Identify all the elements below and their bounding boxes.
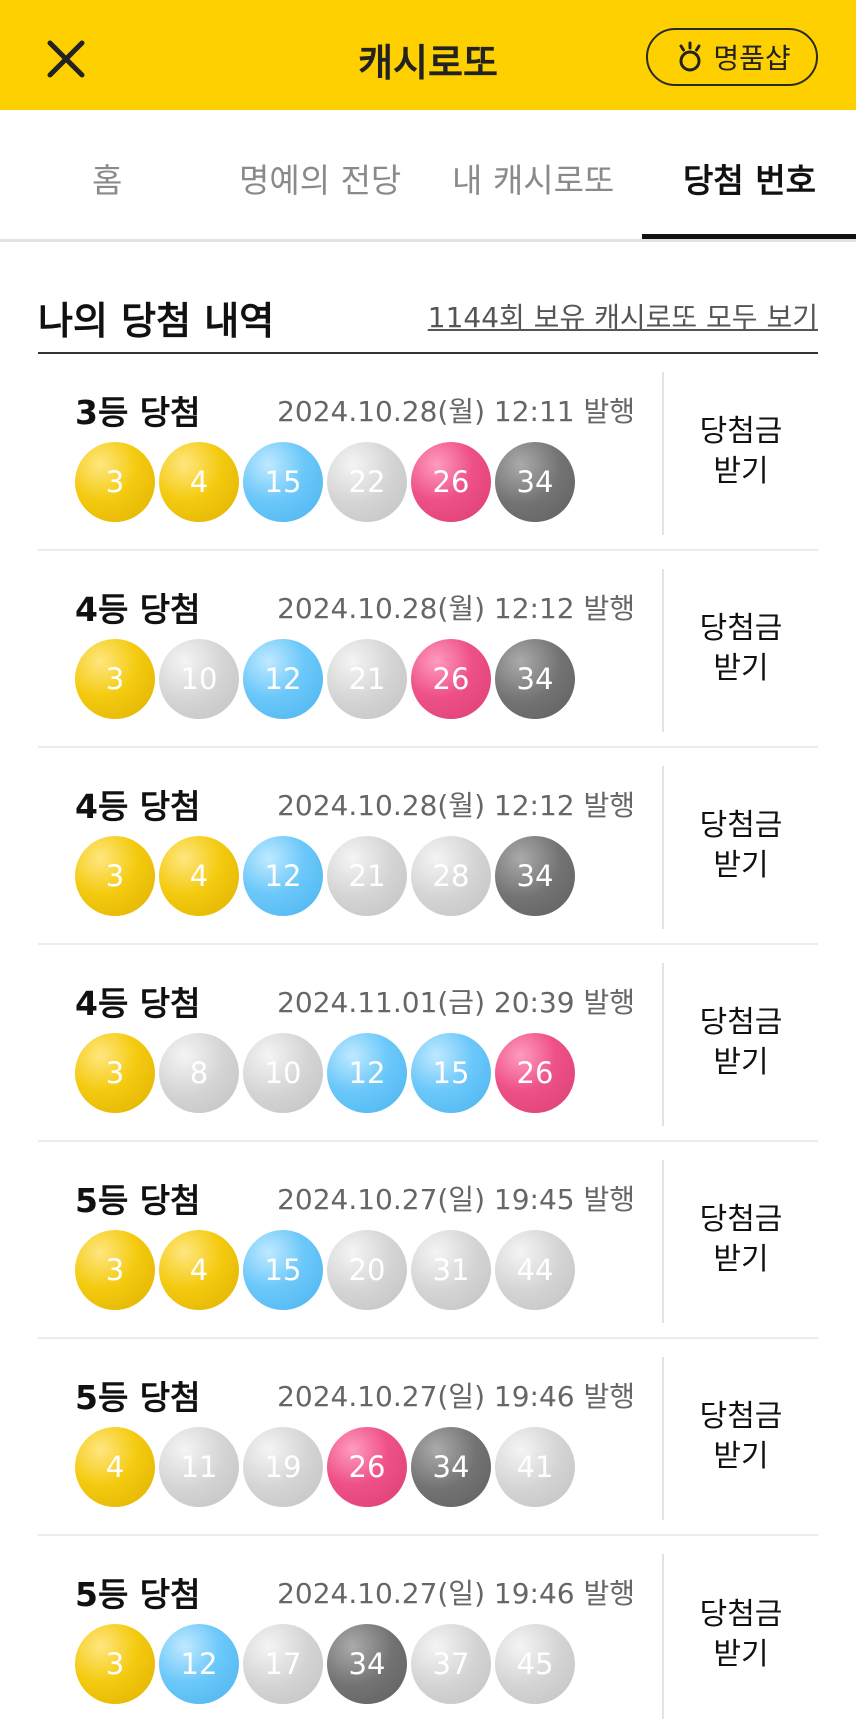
winning-entry: 5등 당첨 2024.10.27(일) 19:45 발행 3 4 15 20 31 44 당첨금…	[38, 1142, 818, 1339]
lotto-ball: 21	[327, 639, 407, 719]
lotto-ball: 15	[411, 1033, 491, 1113]
lotto-ball: 17	[243, 1624, 323, 1704]
winning-entry: 3등 당첨 2024.10.28(월) 12:11 발행 3 4 15 22 26 34 당첨금…	[38, 354, 818, 551]
winning-entry: 5등 당첨 2024.10.27(일) 19:46 발행 4 11 19 26 34 41 당첨…	[38, 1339, 818, 1536]
claim-prize-button[interactable]: 당첨금 받기	[664, 748, 818, 943]
lotto-ball: 19	[243, 1427, 323, 1507]
lotto-ball: 34	[411, 1427, 491, 1507]
lotto-ball: 31	[411, 1230, 491, 1310]
lotto-ball: 12	[159, 1624, 239, 1704]
crown-ring-icon	[679, 41, 701, 72]
winning-entry: 4등 당첨 2024.10.28(월) 12:12 발행 3 10 12 21 26 34 당첨…	[38, 551, 818, 748]
issued-datetime: 2024.10.27(일) 19:45 발행	[277, 1183, 635, 1216]
prize-rank: 3등 당첨	[75, 393, 201, 432]
lotto-ball: 15	[243, 442, 323, 522]
lotto-ball: 20	[327, 1230, 407, 1310]
lotto-ball: 10	[243, 1033, 323, 1113]
claim-prize-label: 당첨금 받기	[699, 807, 783, 883]
lotto-ball: 28	[411, 836, 491, 916]
claim-prize-button[interactable]: 당첨금 받기	[664, 1339, 818, 1534]
prize-rank: 5등 당첨	[75, 1378, 201, 1417]
lotto-ball: 4	[75, 1427, 155, 1507]
lotto-ball: 4	[159, 836, 239, 916]
active-tab-indicator	[642, 234, 856, 239]
luxury-shop-label: 명품샵	[713, 42, 791, 75]
claim-prize-label: 당첨금 받기	[699, 1201, 783, 1277]
section-title: 나의 당첨 내역	[38, 299, 275, 343]
lotto-ball: 4	[159, 442, 239, 522]
lotto-ball: 34	[495, 836, 575, 916]
issued-datetime: 2024.10.27(일) 19:46 발행	[277, 1577, 635, 1610]
issued-datetime: 2024.10.28(월) 12:12 발행	[277, 592, 635, 625]
lotto-ball: 3	[75, 442, 155, 522]
lotto-ball: 12	[243, 836, 323, 916]
claim-prize-button[interactable]: 당첨금 받기	[664, 1142, 818, 1337]
prize-rank: 5등 당첨	[75, 1575, 201, 1614]
tab-home[interactable]: 홈	[92, 154, 122, 202]
claim-prize-label: 당첨금 받기	[699, 1596, 783, 1672]
winning-entry: 4등 당첨 2024.10.28(월) 12:12 발행 3 4 12 21 28 34 당첨금…	[38, 748, 818, 945]
lotto-ball: 15	[243, 1230, 323, 1310]
lotto-ball: 26	[411, 639, 491, 719]
issued-datetime: 2024.10.28(월) 12:11 발행	[277, 395, 635, 428]
claim-prize-button[interactable]: 당첨금 받기	[664, 1536, 818, 1733]
winning-history-list: 3등 당첨 2024.10.28(월) 12:11 발행 3 4 15 22 26 34 당첨금…	[38, 354, 818, 1733]
lotto-ball: 12	[327, 1033, 407, 1113]
lotto-ball: 22	[327, 442, 407, 522]
claim-prize-label: 당첨금 받기	[699, 1004, 783, 1080]
winning-entry: 5등 당첨 2024.10.27(일) 19:46 발행 3 12 17 34 37 45 당첨…	[38, 1536, 818, 1733]
claim-prize-button[interactable]: 당첨금 받기	[664, 551, 818, 746]
lotto-ball: 45	[495, 1624, 575, 1704]
prize-rank: 5등 당첨	[75, 1181, 201, 1220]
issued-datetime: 2024.10.28(월) 12:12 발행	[277, 789, 635, 822]
lotto-ball: 34	[495, 639, 575, 719]
winning-entry: 4등 당첨 2024.11.01(금) 20:39 발행 3 8 10 12 15 26 당첨금…	[38, 945, 818, 1142]
lotto-ball: 12	[243, 639, 323, 719]
lotto-ball: 26	[327, 1427, 407, 1507]
prize-rank: 4등 당첨	[75, 590, 201, 629]
lotto-ball: 34	[327, 1624, 407, 1704]
lotto-ball: 34	[495, 442, 575, 522]
lotto-ball: 8	[159, 1033, 239, 1113]
lotto-ball: 37	[411, 1624, 491, 1704]
lotto-ball: 26	[411, 442, 491, 522]
issued-datetime: 2024.10.27(일) 19:46 발행	[277, 1380, 635, 1413]
prize-rank: 4등 당첨	[75, 787, 201, 826]
lotto-ball: 41	[495, 1427, 575, 1507]
lotto-ball: 10	[159, 639, 239, 719]
lotto-ball: 3	[75, 639, 155, 719]
tab-winning-numbers[interactable]: 당첨 번호	[683, 154, 816, 202]
lotto-ball: 21	[327, 836, 407, 916]
lotto-ball: 11	[159, 1427, 239, 1507]
claim-prize-label: 당첨금 받기	[699, 610, 783, 686]
prize-rank: 4등 당첨	[75, 984, 201, 1023]
luxury-shop-button[interactable]: 명품샵	[646, 28, 818, 86]
claim-prize-label: 당첨금 받기	[699, 1398, 783, 1474]
see-all-link[interactable]: 1144회 보유 캐시로또 모두 보기	[428, 296, 818, 336]
lotto-ball: 3	[75, 1230, 155, 1310]
tab-bar: 홈 명예의 전당 내 캐시로또 당첨 번호	[0, 110, 856, 242]
lotto-ball: 3	[75, 836, 155, 916]
top-app-bar: 캐시로또 명품샵	[0, 0, 856, 110]
lotto-ball: 3	[75, 1033, 155, 1113]
lotto-ball: 44	[495, 1230, 575, 1310]
tab-my-cash-lotto[interactable]: 내 캐시로또	[452, 154, 614, 202]
tab-hall-of-fame[interactable]: 명예의 전당	[239, 154, 401, 202]
lotto-ball: 4	[159, 1230, 239, 1310]
claim-prize-button[interactable]: 당첨금 받기	[664, 354, 818, 549]
lotto-ball: 3	[75, 1624, 155, 1704]
issued-datetime: 2024.11.01(금) 20:39 발행	[277, 986, 635, 1019]
claim-prize-label: 당첨금 받기	[699, 413, 783, 489]
claim-prize-button[interactable]: 당첨금 받기	[664, 945, 818, 1140]
lotto-ball: 26	[495, 1033, 575, 1113]
